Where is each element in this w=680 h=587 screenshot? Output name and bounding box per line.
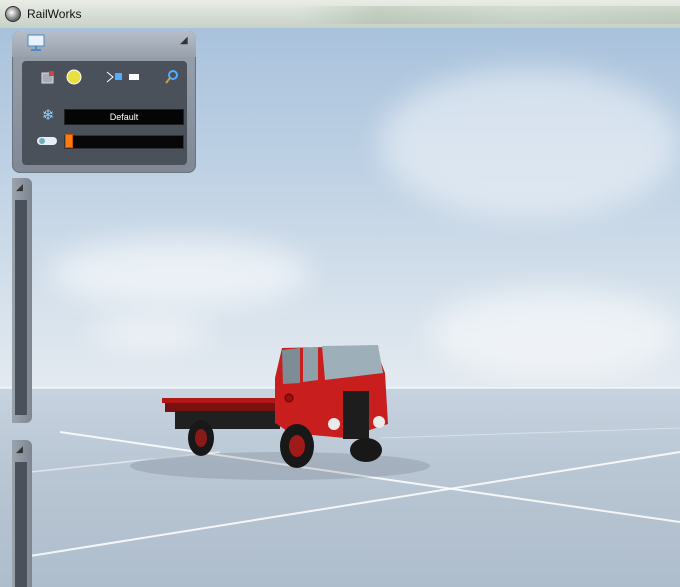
app-icon[interactable] (5, 6, 21, 22)
title-bar: RailWorks (0, 0, 680, 29)
monitor-icon[interactable] (26, 34, 48, 52)
panel-tab[interactable]: ◢ (12, 31, 196, 57)
sun-icon[interactable] (64, 67, 84, 87)
pin-icon[interactable]: ◢ (16, 444, 26, 454)
paint-icon[interactable] (38, 67, 58, 87)
time-slider[interactable] (64, 134, 184, 149)
panel-body: ❄ Default (22, 61, 187, 165)
dock-panel (15, 462, 27, 587)
clock-icon[interactable] (34, 131, 60, 151)
weather-dropdown[interactable]: Default (64, 109, 184, 125)
pin-icon[interactable]: ◢ (16, 182, 26, 192)
tools-panel: ◢ ❄ Default (12, 31, 196, 173)
time-slider-thumb[interactable] (65, 134, 73, 148)
snowflake-icon[interactable]: ❄ (38, 105, 58, 125)
dock-panel (15, 200, 27, 415)
route-icon[interactable] (102, 67, 148, 87)
title-bar-strip (300, 6, 680, 24)
side-dock-top: ◢ (12, 178, 32, 423)
side-dock-bottom: ◢ (12, 440, 32, 587)
search-icon[interactable] (162, 67, 182, 87)
pin-icon[interactable]: ◢ (180, 36, 190, 46)
window-title: RailWorks (27, 7, 82, 21)
